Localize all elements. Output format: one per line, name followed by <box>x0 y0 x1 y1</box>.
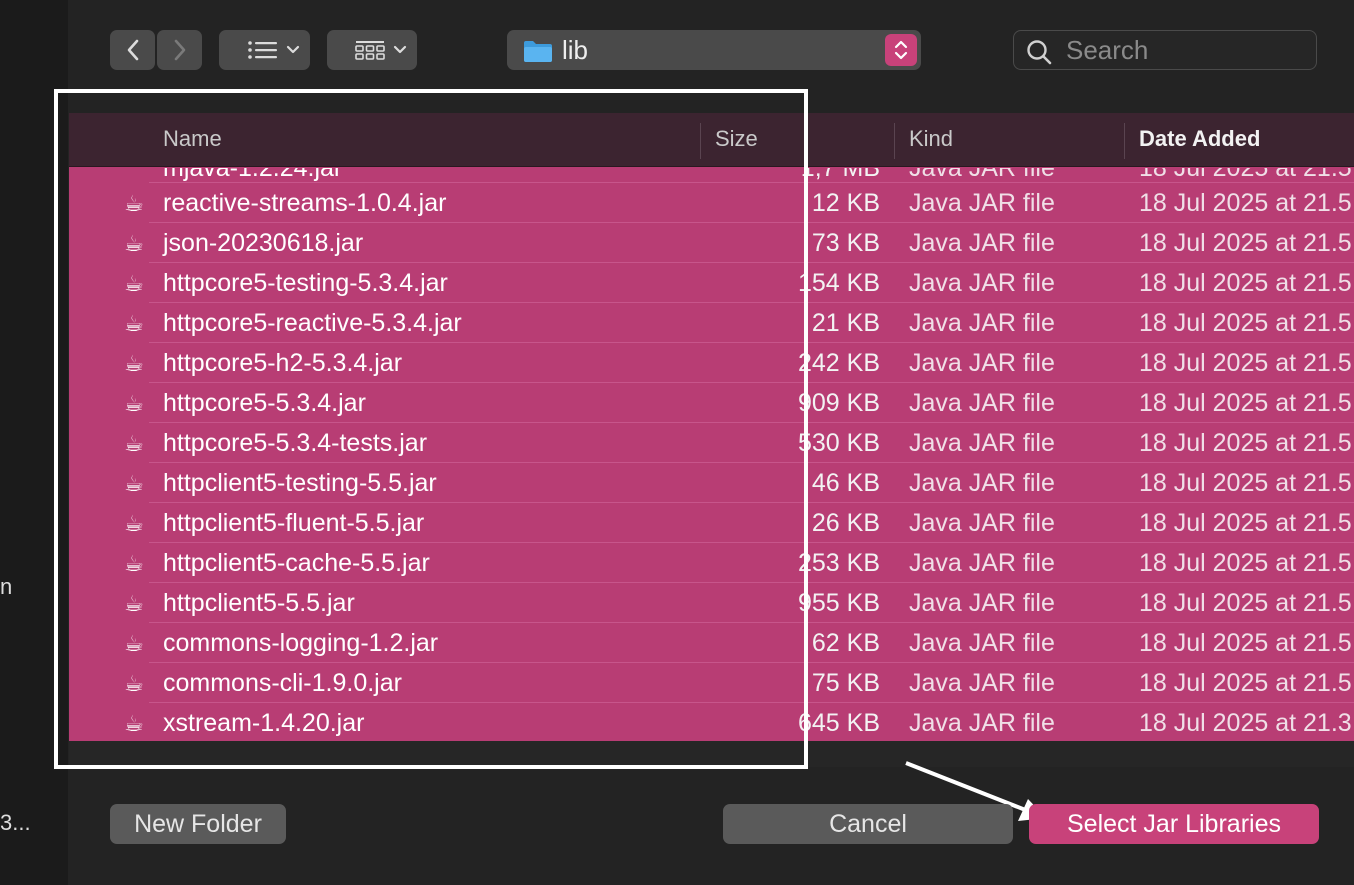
grid-icon <box>355 41 407 60</box>
file-size: 26 KB <box>811 509 880 537</box>
file-size: 12 KB <box>811 189 880 217</box>
forward-button[interactable] <box>157 30 202 70</box>
path-label: lib <box>562 35 589 65</box>
file-size: 645 KB <box>797 709 880 737</box>
file-size: 530 KB <box>797 429 880 457</box>
file-kind: Java JAR file <box>909 229 1055 257</box>
list-icon <box>247 41 299 59</box>
up-down-chevron-icon <box>894 40 908 60</box>
cancel-button[interactable]: Cancel <box>723 804 1013 844</box>
folder-icon <box>524 41 552 62</box>
new-folder-button[interactable]: New Folder <box>110 804 286 844</box>
file-kind: Java JAR file <box>909 469 1055 497</box>
file-size: 21 KB <box>811 309 880 337</box>
column-divider[interactable] <box>1124 123 1125 159</box>
column-divider[interactable] <box>894 123 895 159</box>
file-kind: Java JAR file <box>909 168 1055 182</box>
chevron-down-icon <box>286 45 299 54</box>
chevron-left-icon <box>127 39 138 61</box>
file-kind: Java JAR file <box>909 189 1055 217</box>
file-date: 18 Jul 2025 at 21.5 <box>1139 168 1352 182</box>
file-size: 73 KB <box>811 229 880 257</box>
file-size: 154 KB <box>797 269 880 297</box>
column-kind[interactable]: Kind <box>909 126 953 152</box>
file-date: 18 Jul 2025 at 21.5 <box>1139 429 1352 457</box>
path-stepper[interactable] <box>885 34 917 66</box>
file-kind: Java JAR file <box>909 509 1055 537</box>
path-popup[interactable]: lib <box>507 30 921 70</box>
file-date: 18 Jul 2025 at 21.5 <box>1139 309 1352 337</box>
file-size: 955 KB <box>797 589 880 617</box>
file-date: 18 Jul 2025 at 21.5 <box>1139 189 1352 217</box>
search-icon <box>1027 40 1052 65</box>
file-size: 253 KB <box>797 549 880 577</box>
file-date: 18 Jul 2025 at 21.5 <box>1139 269 1352 297</box>
file-date: 18 Jul 2025 at 21.3 <box>1139 709 1352 737</box>
file-date: 18 Jul 2025 at 21.5 <box>1139 349 1352 377</box>
column-date-added[interactable]: Date Added <box>1139 126 1260 152</box>
file-kind: Java JAR file <box>909 429 1055 457</box>
annotation-highlight-box <box>54 89 808 769</box>
file-date: 18 Jul 2025 at 21.5 <box>1139 589 1352 617</box>
chevron-right-icon <box>174 39 185 61</box>
file-date: 18 Jul 2025 at 21.5 <box>1139 229 1352 257</box>
file-date: 18 Jul 2025 at 21.5 <box>1139 469 1352 497</box>
file-kind: Java JAR file <box>909 389 1055 417</box>
file-date: 18 Jul 2025 at 21.5 <box>1139 549 1352 577</box>
search-box[interactable] <box>1013 30 1317 70</box>
file-size: 62 KB <box>811 629 880 657</box>
view-list-button[interactable] <box>219 30 310 70</box>
file-kind: Java JAR file <box>909 589 1055 617</box>
file-kind: Java JAR file <box>909 669 1055 697</box>
chevron-down-icon <box>393 45 407 54</box>
file-date: 18 Jul 2025 at 21.5 <box>1139 669 1352 697</box>
file-kind: Java JAR file <box>909 629 1055 657</box>
file-size: 75 KB <box>811 669 880 697</box>
file-kind: Java JAR file <box>909 349 1055 377</box>
file-size: 1,7 MB <box>800 168 880 182</box>
file-size: 242 KB <box>797 349 880 377</box>
file-kind: Java JAR file <box>909 709 1055 737</box>
view-grid-button[interactable] <box>327 30 417 70</box>
select-jar-libraries-button[interactable]: Select Jar Libraries <box>1029 804 1319 844</box>
file-date: 18 Jul 2025 at 21.5 <box>1139 389 1352 417</box>
back-button[interactable] <box>110 30 155 70</box>
file-kind: Java JAR file <box>909 549 1055 577</box>
file-size: 46 KB <box>811 469 880 497</box>
file-size: 909 KB <box>797 389 880 417</box>
file-kind: Java JAR file <box>909 309 1055 337</box>
sidebar-fragment[interactable]: n <box>0 574 12 600</box>
search-input[interactable] <box>1066 35 1306 65</box>
file-date: 18 Jul 2025 at 21.5 <box>1139 629 1352 657</box>
file-kind: Java JAR file <box>909 269 1055 297</box>
sidebar-fragment[interactable]: 3... <box>0 810 31 836</box>
file-date: 18 Jul 2025 at 21.5 <box>1139 509 1352 537</box>
